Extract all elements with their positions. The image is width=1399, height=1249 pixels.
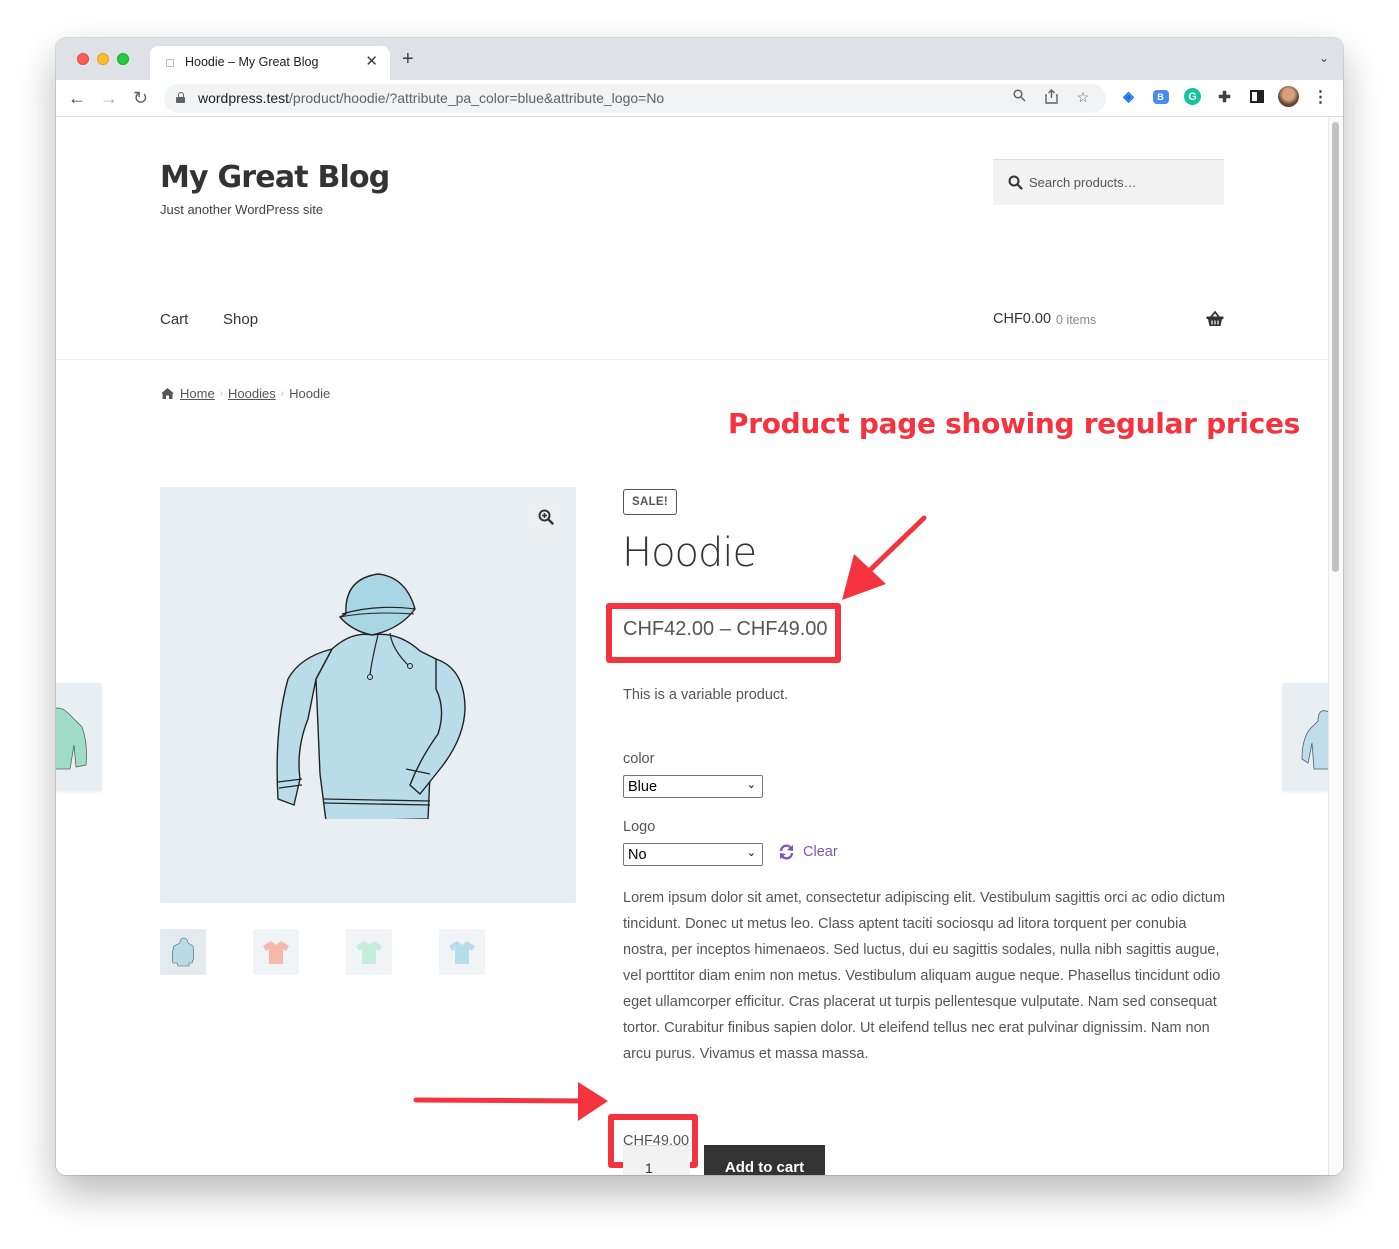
- tab-title: Hoodie – My Great Blog: [185, 55, 319, 69]
- home-icon: [161, 388, 174, 399]
- site-tagline: Just another WordPress site: [160, 202, 324, 217]
- tshirt-thumbnail-icon: [356, 941, 382, 964]
- tab-search-chevron-icon[interactable]: ⌄: [1319, 51, 1329, 65]
- thumbnail-tshirt-blue[interactable]: [439, 929, 485, 975]
- browser-toolbar: ← → ↻ wordpress.test/product/hoodie/?att…: [56, 80, 1343, 117]
- breadcrumb-separator: ›: [280, 388, 285, 399]
- nav-link-shop[interactable]: Shop: [223, 311, 258, 328]
- logo-select[interactable]: No ⌄: [623, 843, 763, 866]
- share-icon[interactable]: [1042, 89, 1060, 107]
- arrow-to-price-range: [842, 515, 927, 600]
- previous-product-peek[interactable]: [56, 683, 102, 791]
- product-description: Lorem ipsum dolor sit amet, consectetur …: [623, 890, 1226, 1062]
- cart-total[interactable]: CHF0.00: [993, 311, 1051, 327]
- thumbnail-tshirt-mint[interactable]: [346, 929, 392, 975]
- gallery-thumbnails: [160, 929, 485, 975]
- logo-attribute-label: Logo: [623, 819, 656, 835]
- product-search-input[interactable]: Search products…: [993, 159, 1224, 205]
- breadcrumb-separator: ›: [219, 388, 224, 399]
- next-product-peek[interactable]: [1282, 683, 1328, 791]
- annotation-highlight-box: [606, 603, 841, 663]
- favicon-icon: [166, 59, 174, 67]
- color-selected-value: Blue: [628, 778, 658, 795]
- hoodie-green-thumbnail-icon: [56, 707, 87, 770]
- arrow-to-variation-price: [413, 1082, 608, 1121]
- search-icon: [1008, 175, 1023, 190]
- product-main-image[interactable]: [160, 487, 576, 903]
- header-divider: [56, 359, 1328, 360]
- annotation-caption: Product page showing regular prices: [728, 407, 1301, 440]
- forward-arrow-icon[interactable]: →: [100, 86, 118, 110]
- close-tab-icon[interactable]: ✕: [365, 52, 378, 70]
- puzzle-extensions-icon[interactable]: ✚: [1214, 86, 1235, 107]
- hoodie-thumbnail-icon: [171, 937, 195, 967]
- hoodie-blue-thumbnail-icon: [1301, 710, 1328, 770]
- zoom-lens-icon[interactable]: [1010, 89, 1028, 107]
- hoodie-illustration: [276, 573, 466, 819]
- side-panel-icon[interactable]: [1246, 86, 1267, 107]
- clear-label: Clear: [803, 844, 838, 860]
- sale-badge: SALE!: [623, 489, 677, 515]
- menu-kebab-icon[interactable]: ⋮: [1310, 86, 1331, 107]
- browser-window: Hoodie – My Great Blog ✕ + ⌄ ← → ↻ wordp…: [56, 38, 1343, 1175]
- product-title: Hoodie: [622, 530, 757, 576]
- color-attribute-label: color: [623, 751, 655, 767]
- quantity-input[interactable]: [623, 1145, 690, 1175]
- refresh-icon: [779, 844, 794, 860]
- breadcrumb: Home › Hoodies › Hoodie: [160, 386, 330, 401]
- lock-icon: [176, 92, 185, 103]
- basket-icon[interactable]: [1206, 311, 1224, 327]
- color-select[interactable]: Blue ⌄: [623, 775, 763, 798]
- search-placeholder: Search products…: [1029, 175, 1137, 190]
- cart-item-count[interactable]: 0 items: [1056, 313, 1096, 327]
- add-to-cart-button[interactable]: Add to cart: [704, 1145, 825, 1175]
- scrollbar-thumb[interactable]: [1332, 122, 1339, 572]
- reload-icon[interactable]: ↻: [133, 86, 148, 110]
- url-text[interactable]: wordpress.test/product/hoodie/?attribute…: [198, 90, 664, 106]
- bookmark-star-icon[interactable]: ☆: [1074, 89, 1092, 107]
- minimize-window-button[interactable]: [97, 53, 109, 65]
- clear-variations-link[interactable]: Clear: [778, 844, 838, 860]
- back-arrow-icon[interactable]: ←: [68, 86, 86, 110]
- address-bar[interactable]: wordpress.test/product/hoodie/?attribute…: [164, 84, 1106, 113]
- breadcrumb-current: Hoodie: [289, 386, 331, 401]
- thumbnail-hoodie-blue[interactable]: [160, 929, 206, 975]
- breadcrumb-hoodies[interactable]: Hoodies: [228, 386, 276, 401]
- close-window-button[interactable]: [77, 53, 89, 65]
- logo-selected-value: No: [628, 846, 647, 863]
- browser-tab-active[interactable]: Hoodie – My Great Blog ✕: [150, 46, 390, 80]
- profile-avatar[interactable]: [1278, 86, 1299, 107]
- zoom-in-icon: [538, 509, 554, 525]
- grammarly-extension-icon[interactable]: G: [1182, 86, 1203, 107]
- image-zoom-button[interactable]: [530, 501, 562, 533]
- new-tab-icon[interactable]: +: [402, 49, 414, 69]
- short-description: This is a variable product.: [623, 687, 789, 703]
- page-viewport: My Great Blog Just another WordPress sit…: [56, 118, 1343, 1175]
- maximize-window-button[interactable]: [117, 53, 129, 65]
- site-title[interactable]: My Great Blog: [160, 160, 390, 195]
- chevron-down-icon: ⌄: [746, 779, 756, 791]
- tab-strip: Hoodie – My Great Blog ✕ + ⌄: [56, 38, 1343, 80]
- b-extension-icon[interactable]: B: [1150, 86, 1171, 107]
- chevron-down-icon: ⌄: [746, 847, 756, 859]
- breadcrumb-home[interactable]: Home: [180, 386, 215, 401]
- tshirt-thumbnail-icon: [449, 941, 475, 964]
- tshirt-thumbnail-icon: [263, 941, 289, 964]
- page-scrollbar[interactable]: [1328, 118, 1343, 1175]
- nav-link-cart[interactable]: Cart: [160, 311, 188, 328]
- tag-extension-icon[interactable]: ◈: [1118, 86, 1139, 107]
- thumbnail-tshirt-pink[interactable]: [253, 929, 299, 975]
